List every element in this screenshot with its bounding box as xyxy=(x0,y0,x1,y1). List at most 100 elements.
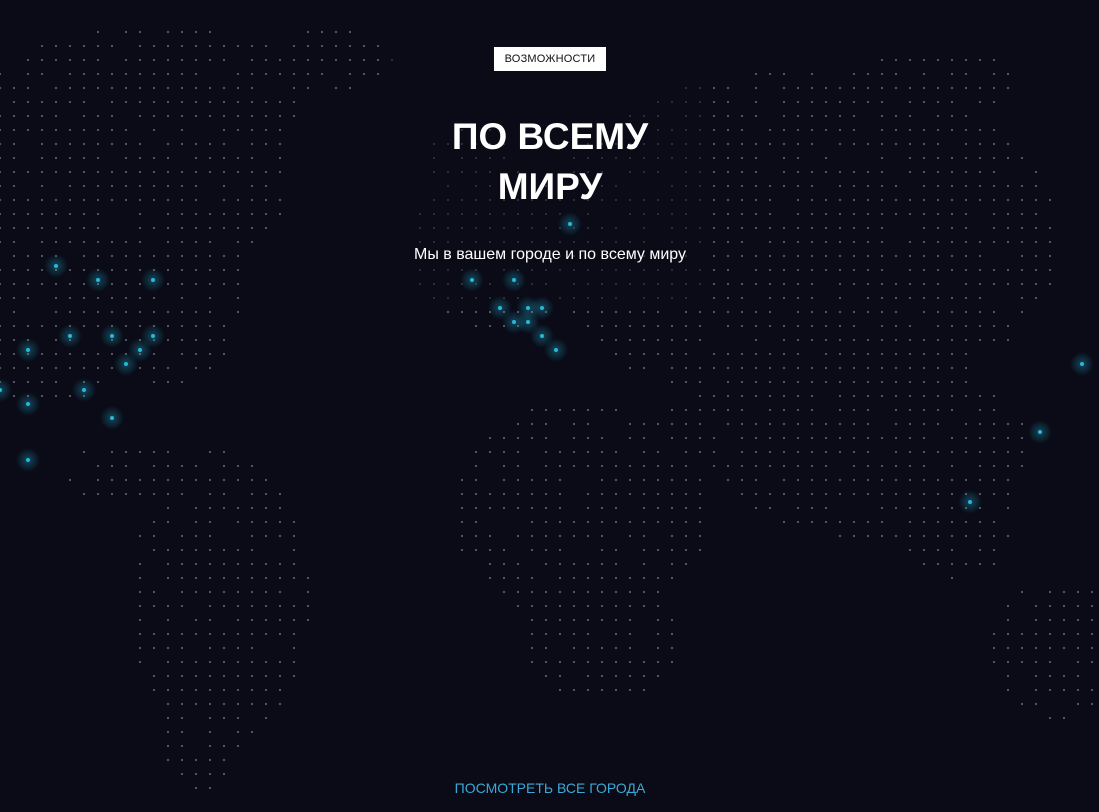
map-dot xyxy=(615,465,617,467)
map-dot xyxy=(573,661,575,663)
map-dot xyxy=(629,353,631,355)
map-dot xyxy=(867,493,869,495)
map-dot xyxy=(69,185,71,187)
map-dot xyxy=(937,171,939,173)
map-dot xyxy=(993,647,995,649)
map-dot xyxy=(783,101,785,103)
map-dot xyxy=(139,227,141,229)
view-all-cities-link[interactable]: ПОСМОТРЕТЬ ВСЕ ГОРОДА xyxy=(400,778,700,798)
map-dot xyxy=(1077,633,1079,635)
map-dot xyxy=(769,437,771,439)
map-dot xyxy=(13,87,15,89)
map-dot xyxy=(251,521,253,523)
map-dot xyxy=(783,227,785,229)
map-dot xyxy=(685,437,687,439)
map-dot xyxy=(643,227,645,229)
map-dot xyxy=(223,199,225,201)
map-dot xyxy=(1021,591,1023,593)
map-dot xyxy=(657,493,659,495)
map-dot xyxy=(811,381,813,383)
map-dot xyxy=(923,535,925,537)
map-dot xyxy=(881,367,883,369)
map-dot xyxy=(13,395,15,397)
map-dot xyxy=(839,521,841,523)
map-dot xyxy=(13,241,15,243)
map-dot xyxy=(951,549,953,551)
map-dot xyxy=(601,591,603,593)
map-dot xyxy=(713,367,715,369)
map-dot xyxy=(195,787,197,789)
map-dot xyxy=(811,451,813,453)
map-dot xyxy=(979,171,981,173)
map-dot xyxy=(853,185,855,187)
map-dot xyxy=(97,115,99,117)
map-dot xyxy=(461,549,463,551)
map-dot xyxy=(559,535,561,537)
map-dot xyxy=(671,353,673,355)
map-dot xyxy=(965,395,967,397)
map-dot xyxy=(881,269,883,271)
map-dot xyxy=(153,101,155,103)
map-dot xyxy=(993,423,995,425)
map-dot xyxy=(853,101,855,103)
map-dot xyxy=(909,129,911,131)
map-dot xyxy=(181,773,183,775)
map-dot xyxy=(293,661,295,663)
map-dot xyxy=(741,241,743,243)
map-dot xyxy=(797,521,799,523)
map-dot xyxy=(685,87,687,89)
map-dot xyxy=(167,703,169,705)
map-dot xyxy=(615,227,617,229)
map-dot xyxy=(783,353,785,355)
map-dot xyxy=(41,325,43,327)
map-dot xyxy=(1091,633,1093,635)
map-dot xyxy=(825,521,827,523)
map-dot xyxy=(167,647,169,649)
map-dot xyxy=(167,185,169,187)
map-dot xyxy=(545,283,547,285)
map-dot xyxy=(139,73,141,75)
map-dot xyxy=(699,409,701,411)
map-dot xyxy=(979,521,981,523)
map-dot xyxy=(895,325,897,327)
map-dot xyxy=(587,605,589,607)
map-dot xyxy=(909,367,911,369)
map-dot xyxy=(195,339,197,341)
map-dot xyxy=(909,283,911,285)
map-dot xyxy=(293,647,295,649)
map-dot xyxy=(41,227,43,229)
map-dot xyxy=(587,213,589,215)
map-dot xyxy=(881,339,883,341)
map-dot xyxy=(825,101,827,103)
map-dot xyxy=(713,353,715,355)
map-dot xyxy=(139,647,141,649)
map-dot xyxy=(209,661,211,663)
map-dot xyxy=(209,507,211,509)
map-dot xyxy=(601,339,603,341)
map-dot xyxy=(909,395,911,397)
map-dot xyxy=(671,521,673,523)
map-dot xyxy=(825,255,827,257)
map-dot xyxy=(153,493,155,495)
map-dot xyxy=(1007,227,1009,229)
map-dot xyxy=(993,437,995,439)
map-dot xyxy=(979,311,981,313)
map-dot xyxy=(755,199,757,201)
map-dot xyxy=(489,493,491,495)
map-dot xyxy=(125,479,127,481)
map-dot xyxy=(181,661,183,663)
map-dot xyxy=(1063,717,1065,719)
map-dot xyxy=(41,367,43,369)
map-dot xyxy=(937,269,939,271)
map-dot xyxy=(615,283,617,285)
map-dot xyxy=(937,479,939,481)
map-dot xyxy=(377,73,379,75)
map-dot xyxy=(153,675,155,677)
map-dot xyxy=(0,143,1,145)
map-dot xyxy=(797,479,799,481)
map-dot xyxy=(489,227,491,229)
map-dot xyxy=(503,451,505,453)
map-dot xyxy=(741,255,743,257)
map-dot xyxy=(321,31,323,33)
map-dot xyxy=(811,437,813,439)
